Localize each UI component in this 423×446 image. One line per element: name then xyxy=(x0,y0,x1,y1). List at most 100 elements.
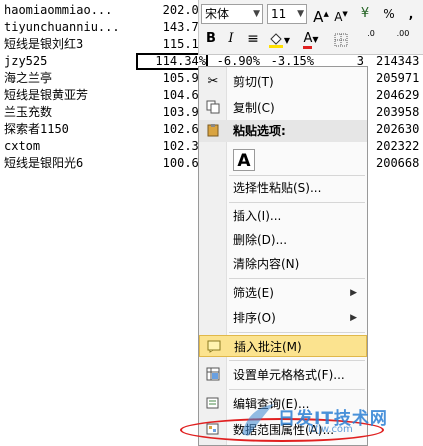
percent-button[interactable]: % xyxy=(379,4,399,24)
bold-button[interactable]: B xyxy=(201,29,221,49)
grow-font-icon: A xyxy=(313,8,324,26)
font-size-select[interactable]: 11 ▼ xyxy=(267,4,307,24)
currency-button[interactable]: ¥ xyxy=(355,4,375,24)
menu-item-label: 筛选(E) xyxy=(233,286,274,300)
value-cell[interactable]: 104.62 xyxy=(142,87,206,104)
name-cell[interactable]: 短线是银黄亚芳 xyxy=(4,87,136,104)
menu-item-label: 复制(C) xyxy=(233,101,275,115)
name-cell[interactable]: 兰玉充数 xyxy=(4,104,136,121)
menu-separator xyxy=(229,360,365,361)
grow-font-button[interactable]: A▲ xyxy=(311,4,331,26)
menu-item-filter[interactable]: 筛选(E) ▶ xyxy=(199,282,367,304)
name-cell[interactable]: 短线是银刘红3 xyxy=(4,36,136,53)
menu-item-cut[interactable]: ✂ 剪切(T) xyxy=(199,71,367,93)
menu-item-insert-comment[interactable]: 插入批注(M) xyxy=(199,335,367,357)
value-cell[interactable]: 105.97 xyxy=(142,70,206,87)
menu-item-label: 清除内容(N) xyxy=(233,257,300,271)
id-cell[interactable]: 204629 xyxy=(376,87,423,104)
name-cell[interactable]: 探索者1150 xyxy=(4,121,136,138)
id-cell[interactable]: 205971 xyxy=(376,70,423,87)
comma-icon: , xyxy=(408,7,414,21)
name-cell[interactable]: 短线是银阳光6 xyxy=(4,155,136,172)
borders-button[interactable] xyxy=(329,29,353,49)
chevron-down-icon: ▼ xyxy=(312,35,319,44)
italic-button[interactable]: I xyxy=(221,29,241,49)
context-menu: ✂ 剪切(T) 复制(C) 粘贴选项: A 选择性粘贴(S)... 插入(I).… xyxy=(198,66,368,446)
name-cell[interactable]: tiyunchuanniu... xyxy=(4,19,136,36)
menu-item-sort[interactable]: 排序(O) ▶ xyxy=(199,307,367,329)
format-cells-icon xyxy=(205,367,221,383)
menu-item-insert[interactable]: 插入(I)... xyxy=(199,205,367,227)
borders-icon xyxy=(334,33,348,46)
menu-separator xyxy=(229,175,365,176)
menu-separator xyxy=(229,389,365,390)
italic-icon: I xyxy=(228,31,234,46)
decrease-decimal-icon: .00 xyxy=(396,29,410,38)
increase-decimal-button[interactable]: .0 xyxy=(357,29,385,49)
id-cell[interactable]: 202322 xyxy=(376,138,423,155)
value-cell[interactable]: 115.12 xyxy=(142,36,206,53)
name-cell[interactable]: jzy525 xyxy=(4,53,136,70)
menu-item-label: 设置单元格格式(F)... xyxy=(233,368,345,382)
menu-item-label: 删除(D)... xyxy=(233,233,288,247)
name-cell[interactable]: 海之兰亭 xyxy=(4,70,136,87)
chevron-down-icon: ▼ xyxy=(283,36,291,45)
id-cell[interactable]: 214343 xyxy=(376,53,423,70)
menu-separator xyxy=(229,332,365,333)
id-cell[interactable]: 200668 xyxy=(376,155,423,172)
value-cell[interactable]: 103.96 xyxy=(142,104,206,121)
menu-item-label: 排序(O) xyxy=(233,311,276,325)
menu-item-copy[interactable]: 复制(C) xyxy=(199,97,367,119)
id-cell[interactable]: 202630 xyxy=(376,121,423,138)
currency-icon: ¥ xyxy=(360,6,370,21)
decrease-decimal-button[interactable]: .00 xyxy=(389,29,417,49)
menu-item-label: 编辑查询(E)... xyxy=(233,397,310,411)
edit-query-icon xyxy=(205,396,221,412)
menu-item-label: 剪切(T) xyxy=(233,75,274,89)
menu-item-edit-query[interactable]: 编辑查询(E)... xyxy=(199,393,367,415)
menu-item-format-cells[interactable]: 设置单元格格式(F)... xyxy=(199,364,367,386)
menu-separator xyxy=(229,202,365,203)
name-cell[interactable]: cxtom xyxy=(4,138,136,155)
data-range-icon xyxy=(205,422,221,438)
shrink-font-button[interactable]: A▼ xyxy=(331,4,351,24)
menu-item-data-range-properties[interactable]: 数据范围属性(A)... xyxy=(199,419,367,441)
increase-decimal-icon: .0 xyxy=(367,29,375,38)
chevron-down-icon: ▼ xyxy=(253,9,260,19)
align-center-icon: ≡ xyxy=(247,31,259,47)
menu-item-label: 选择性粘贴(S)... xyxy=(233,181,322,195)
menu-item-clear-contents[interactable]: 清除内容(N) xyxy=(199,253,367,275)
comma-style-button[interactable]: , xyxy=(401,4,421,24)
paste-button[interactable]: A xyxy=(233,149,255,171)
font-name-value: 宋体 xyxy=(205,7,230,21)
menu-item-delete[interactable]: 删除(D)... xyxy=(199,229,367,251)
center-align-button[interactable]: ≡ xyxy=(243,29,263,49)
paste-options-header: 粘贴选项: xyxy=(199,120,367,142)
menu-item-label: 粘贴选项: xyxy=(233,124,286,138)
fill-color-button[interactable]: ▼ xyxy=(265,29,293,49)
copy-icon xyxy=(205,100,221,116)
paste-icon: A xyxy=(237,151,251,171)
scissors-icon: ✂ xyxy=(207,74,219,89)
percent-icon: % xyxy=(383,7,395,21)
font-color-button[interactable]: A▼ xyxy=(297,29,325,49)
chevron-down-icon: ▼ xyxy=(297,9,304,19)
menu-item-label: 数据范围属性(A)... xyxy=(233,423,335,437)
menu-item-paste-special[interactable]: 选择性粘贴(S)... xyxy=(199,177,367,199)
font-size-value: 11 xyxy=(271,7,287,21)
bold-icon: B xyxy=(206,31,216,46)
menu-item-label: 插入批注(M) xyxy=(234,340,302,354)
clipboard-icon xyxy=(205,123,221,139)
value-cell[interactable]: 102.33 xyxy=(142,138,206,155)
value-cell[interactable]: 143.72 xyxy=(142,19,206,36)
id-cell[interactable]: 203958 xyxy=(376,104,423,121)
menu-separator xyxy=(229,278,365,279)
menu-item-label: 插入(I)... xyxy=(233,209,282,223)
paint-bucket-icon xyxy=(268,32,283,48)
value-cell[interactable]: 102.62 xyxy=(142,121,206,138)
value-cell[interactable]: 100.66 xyxy=(142,155,206,172)
value-cell[interactable]: 202.07 xyxy=(142,2,206,19)
chevron-right-icon: ▶ xyxy=(350,288,357,298)
font-name-select[interactable]: 宋体 ▼ xyxy=(201,4,263,24)
name-cell[interactable]: haomiaommiao... xyxy=(4,2,136,19)
